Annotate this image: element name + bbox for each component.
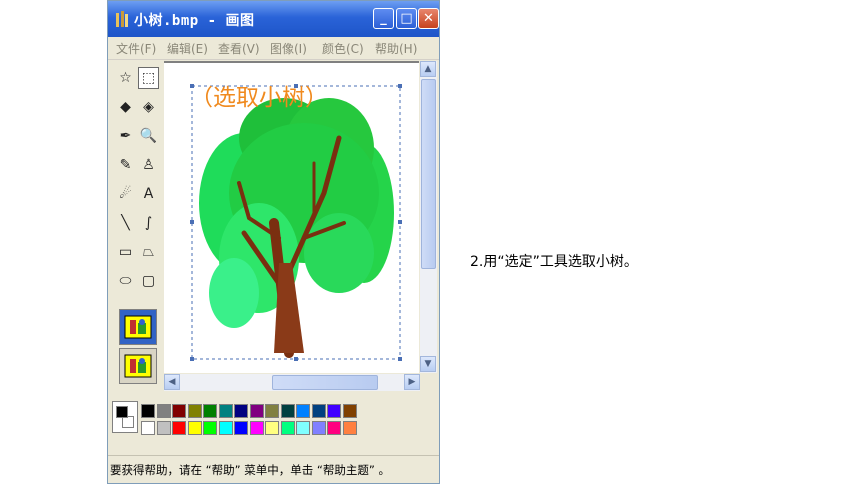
polygon-tool-icon[interactable]: ⏢	[138, 241, 159, 263]
color-swatch[interactable]	[265, 404, 279, 418]
color-swatch[interactable]	[311, 421, 326, 435]
brush-tool-icon[interactable]: ♙	[138, 154, 159, 176]
color-swatch[interactable]	[296, 404, 310, 418]
status-text: 要获得帮助，请在 “帮助” 菜单中，单击 “帮助主题” 。	[110, 463, 390, 477]
color-swatch[interactable]	[172, 404, 186, 418]
menu-file[interactable]: 文件(F)	[116, 40, 156, 57]
step-caption: 2.用“选定”工具选取小树。	[470, 254, 638, 270]
selection-opaque-icon	[124, 315, 152, 339]
menu-edit[interactable]: 编辑(E)	[167, 40, 208, 57]
color-swatch[interactable]	[327, 421, 341, 435]
scroll-right-icon[interactable]: ▶	[404, 374, 420, 390]
magnifier-tool-icon[interactable]: 🔍	[138, 125, 159, 147]
color-swatch[interactable]	[234, 421, 248, 435]
color-swatch[interactable]	[141, 421, 155, 435]
paint-app-icon	[116, 11, 128, 27]
color-swatch[interactable]	[249, 404, 264, 418]
menu-view[interactable]: 查看(V)	[218, 40, 260, 57]
scroll-down-icon[interactable]: ▼	[420, 356, 436, 372]
color-swatch[interactable]	[203, 404, 217, 418]
title-bar[interactable]: 小树.bmp - 画图 _ □ ✕	[108, 1, 439, 37]
opaque-select-option[interactable]	[119, 348, 157, 384]
selection-transparent-icon	[124, 354, 152, 378]
curve-tool-icon[interactable]: ∫	[138, 212, 159, 234]
pencil-tool-icon[interactable]: ✎	[115, 154, 136, 176]
vertical-scrollbar[interactable]: ▲ ▼	[420, 61, 437, 373]
color-swatch[interactable]	[327, 404, 341, 418]
color-swatch[interactable]	[311, 404, 326, 418]
color-swatch[interactable]	[218, 404, 233, 418]
fill-tool-icon[interactable]: ◈	[138, 96, 159, 118]
color-swatch[interactable]	[156, 421, 171, 435]
color-swatch[interactable]	[218, 421, 233, 435]
menu-colors[interactable]: 颜色(C)	[322, 40, 364, 57]
color-swatch[interactable]	[265, 421, 279, 435]
toolbox: ☆ ⬚ ◆ ◈ ✒ 🔍 ✎ ♙ ☄ A ╲ ∫ ▭ ⏢ ⬭ ▢	[110, 61, 160, 384]
menu-bar: 文件(F) 编辑(E) 查看(V) 图像(I) 颜色(C) 帮助(H)	[108, 37, 439, 60]
color-swatch[interactable]	[280, 404, 295, 418]
color-swatch[interactable]	[172, 421, 186, 435]
eraser-tool-icon[interactable]: ◆	[115, 96, 136, 118]
foreground-color-swatch[interactable]	[116, 406, 128, 418]
paint-window: 小树.bmp - 画图 _ □ ✕ 文件(F) 编辑(E) 查看(V) 图像(I…	[107, 0, 440, 484]
text-tool-icon[interactable]: A	[138, 183, 159, 205]
menu-image[interactable]: 图像(I)	[270, 40, 307, 57]
line-tool-icon[interactable]: ╲	[115, 212, 136, 234]
airbrush-tool-icon[interactable]: ☄	[115, 183, 136, 205]
menu-help[interactable]: 帮助(H)	[375, 40, 417, 57]
scroll-up-icon[interactable]: ▲	[420, 61, 436, 77]
color-swatch[interactable]	[342, 421, 357, 435]
color-swatch[interactable]	[156, 404, 171, 418]
color-swatch[interactable]	[141, 404, 155, 418]
horizontal-scrollbar[interactable]: ◀ ▶	[164, 374, 420, 391]
rect-select-tool-icon[interactable]: ⬚	[138, 67, 159, 89]
color-swatch[interactable]	[187, 421, 202, 435]
color-swatch[interactable]	[187, 404, 202, 418]
horizontal-scroll-thumb[interactable]	[272, 375, 378, 390]
ellipse-tool-icon[interactable]: ⬭	[115, 270, 136, 292]
color-swatch[interactable]	[296, 421, 310, 435]
color-swatch[interactable]	[342, 404, 357, 418]
scroll-left-icon[interactable]: ◀	[164, 374, 180, 390]
maximize-button[interactable]: □	[396, 8, 417, 29]
free-select-tool-icon[interactable]: ☆	[115, 67, 136, 89]
rounded-rect-tool-icon[interactable]: ▢	[138, 270, 159, 292]
color-palette	[110, 399, 439, 445]
rectangle-tool-icon[interactable]: ▭	[115, 241, 136, 263]
minimize-button[interactable]: _	[373, 8, 394, 29]
color-swatch[interactable]	[234, 404, 248, 418]
close-button[interactable]: ✕	[418, 8, 439, 29]
color-picker-tool-icon[interactable]: ✒	[115, 125, 136, 147]
color-swatch[interactable]	[203, 421, 217, 435]
status-bar: 要获得帮助，请在 “帮助” 菜单中，单击 “帮助主题” 。	[108, 455, 439, 484]
color-swatch[interactable]	[280, 421, 295, 435]
selection-annotation: （选取小树）	[190, 85, 328, 111]
current-colors	[112, 401, 138, 433]
window-title: 小树.bmp - 画图	[134, 13, 255, 29]
transparent-select-option[interactable]	[119, 309, 157, 345]
vertical-scroll-thumb[interactable]	[421, 79, 436, 269]
color-swatch[interactable]	[249, 421, 264, 435]
